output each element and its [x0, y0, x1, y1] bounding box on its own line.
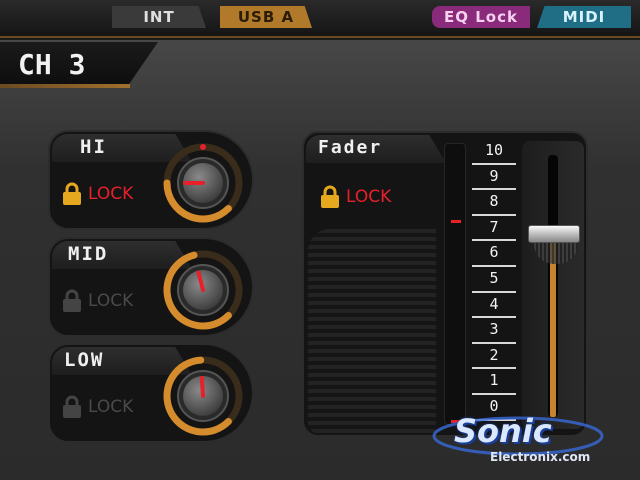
low-knob-pointer [199, 376, 205, 398]
fader-scale-tick: 1 [472, 369, 516, 395]
fader-scale-tick: 7 [472, 216, 516, 242]
fader-scale-tick: 5 [472, 267, 516, 293]
fader-scale-tick: 2 [472, 344, 516, 370]
eq-band-mid: MID LOCK [48, 237, 254, 337]
mid-lock-label: LOCK [88, 291, 134, 311]
fader-scale-tick: 6 [472, 241, 516, 267]
fader-block: Fader LOCK 10 9 8 7 6 5 4 3 2 1 0 [302, 131, 588, 437]
eq-band-hi: HI LOCK [48, 130, 254, 230]
fader-track[interactable] [522, 141, 584, 429]
low-knob[interactable] [162, 355, 244, 437]
fader-grip-area [308, 229, 436, 433]
fader-handle[interactable] [528, 224, 580, 243]
fader-label: Fader [318, 137, 383, 158]
fader-lock-toggle[interactable]: LOCK [320, 185, 391, 209]
fader-handle-shadow [534, 241, 578, 264]
int-source-button[interactable]: INT [112, 6, 206, 28]
eq-band-label-low: LOW [64, 349, 105, 371]
fader-scale-tick: 8 [472, 190, 516, 216]
hi-knob[interactable] [162, 142, 244, 224]
watermark-sub: Electronix.com [490, 450, 591, 464]
usb-a-source-button[interactable]: USB A [220, 6, 312, 28]
fader-lock-label: LOCK [346, 187, 392, 207]
padlock-icon [63, 182, 81, 205]
top-bar: INT USB A EQ Lock MIDI [0, 0, 640, 38]
fader-scale-tick: 9 [472, 165, 516, 191]
fader-scale-tick: 10 [472, 139, 516, 165]
mid-lock-toggle[interactable]: LOCK [62, 289, 133, 313]
fader-scale-tick: 4 [472, 293, 516, 319]
hi-lock-label: LOCK [88, 184, 134, 204]
eq-band-low: LOW LOCK [48, 343, 254, 443]
meter-peak-marker [451, 220, 461, 223]
fader-scale-tick: 3 [472, 318, 516, 344]
midi-button[interactable]: MIDI [537, 6, 631, 28]
watermark-logo: Sonic Electronix.com [428, 412, 618, 472]
mid-knob[interactable] [162, 249, 244, 331]
padlock-icon [63, 395, 81, 418]
padlock-icon [63, 289, 81, 312]
eq-band-label-hi: HI [80, 136, 107, 158]
fader-scale: 10 9 8 7 6 5 4 3 2 1 0 [472, 139, 516, 421]
hi-lock-toggle[interactable]: LOCK [62, 182, 133, 206]
channel-label: CH 3 [18, 48, 86, 81]
fader-fill [550, 241, 556, 417]
low-lock-label: LOCK [88, 397, 134, 417]
eq-band-label-mid: MID [68, 243, 109, 265]
watermark-brand: Sonic [454, 412, 552, 450]
channel-tab-underline [0, 84, 130, 88]
level-meter [444, 143, 466, 425]
low-lock-toggle[interactable]: LOCK [62, 395, 133, 419]
eq-lock-button[interactable]: EQ Lock [432, 6, 530, 28]
padlock-icon [321, 185, 339, 208]
